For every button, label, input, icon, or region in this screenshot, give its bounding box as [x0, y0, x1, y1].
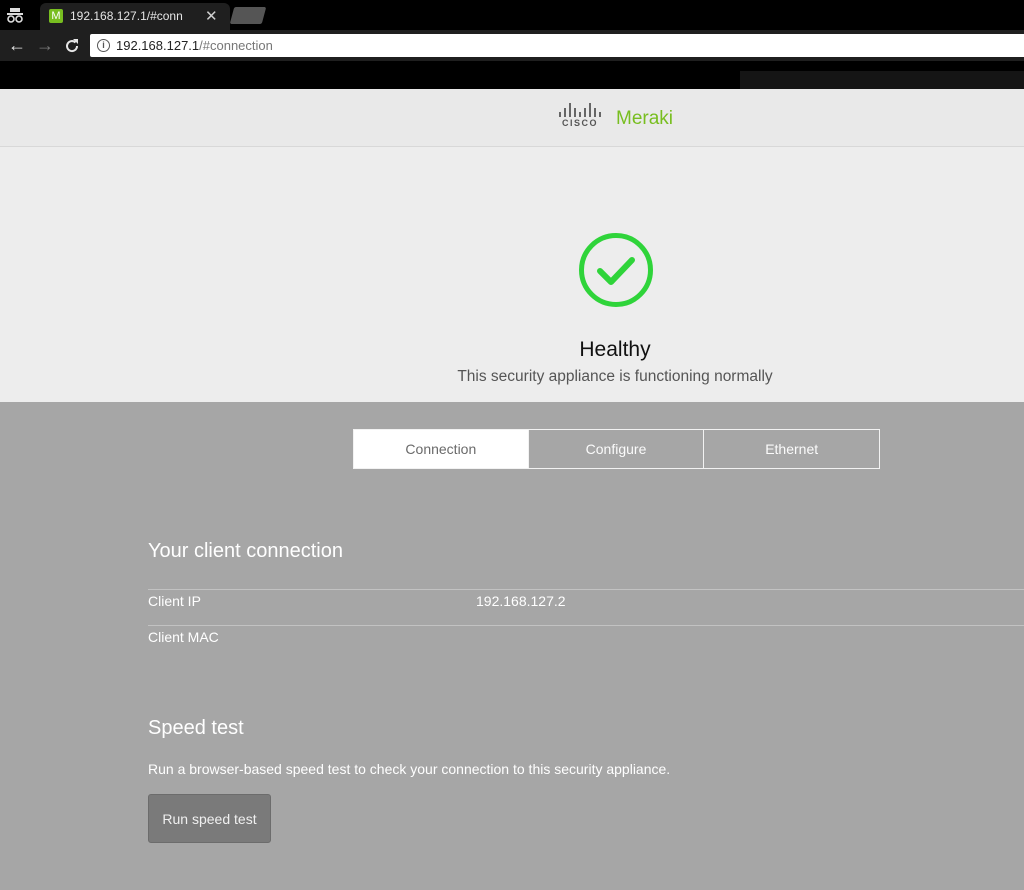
reload-icon[interactable] — [64, 38, 80, 54]
tab-ethernet[interactable]: Ethernet — [704, 429, 881, 469]
tab-configure[interactable]: Configure — [528, 429, 705, 469]
forward-arrow-icon[interactable]: → — [36, 34, 54, 56]
meraki-wordmark: Meraki — [616, 108, 674, 129]
cisco-bars-icon — [559, 103, 603, 117]
back-arrow-icon[interactable]: ← — [8, 34, 26, 56]
bookmark-bar — [0, 61, 1024, 89]
client-ip-label: Client IP — [148, 593, 201, 609]
page-header: CISCO Meraki — [0, 89, 1024, 147]
speed-test-heading: Speed test — [148, 717, 244, 739]
check-circle-icon — [579, 233, 653, 307]
browser-tabstrip: M 192.168.127.1/#conn ✕ — [0, 0, 1024, 30]
table-row: Client MAC — [148, 625, 1024, 661]
incognito-icon — [7, 8, 23, 23]
tab-bar: Connection Configure Ethernet — [353, 429, 881, 469]
client-ip-value: 192.168.127.2 — [476, 593, 566, 609]
client-connection-heading: Your client connection — [148, 540, 343, 562]
url-text: 192.168.127.1/#connection — [116, 38, 273, 53]
address-bar[interactable]: i 192.168.127.1/#connection — [90, 34, 1024, 57]
status-panel: Healthy This security appliance is funct… — [0, 147, 1024, 402]
tab-connection[interactable]: Connection — [353, 429, 529, 469]
browser-toolbar: ← → i 192.168.127.1/#connection — [0, 30, 1024, 61]
status-title: Healthy — [579, 338, 651, 361]
tab-close-icon[interactable]: ✕ — [205, 7, 218, 25]
meraki-favicon-icon: M — [49, 9, 63, 23]
browser-tab[interactable]: M 192.168.127.1/#conn ✕ — [40, 3, 230, 30]
run-speed-test-button[interactable]: Run speed test — [148, 794, 271, 843]
cisco-meraki-logo: CISCO Meraki — [557, 101, 687, 137]
speed-test-description: Run a browser-based speed test to check … — [148, 761, 671, 777]
cisco-wordmark: CISCO — [561, 118, 598, 128]
tab-title: 192.168.127.1/#conn — [70, 9, 183, 23]
url-host: 192.168.127.1 — [116, 38, 200, 53]
status-subtitle: This security appliance is functioning n… — [457, 368, 773, 385]
new-tab-button[interactable] — [229, 7, 267, 24]
url-path: /#connection — [199, 38, 273, 53]
table-row: Client IP 192.168.127.2 — [148, 589, 1024, 625]
site-info-icon[interactable]: i — [97, 39, 110, 52]
client-mac-label: Client MAC — [148, 629, 219, 645]
